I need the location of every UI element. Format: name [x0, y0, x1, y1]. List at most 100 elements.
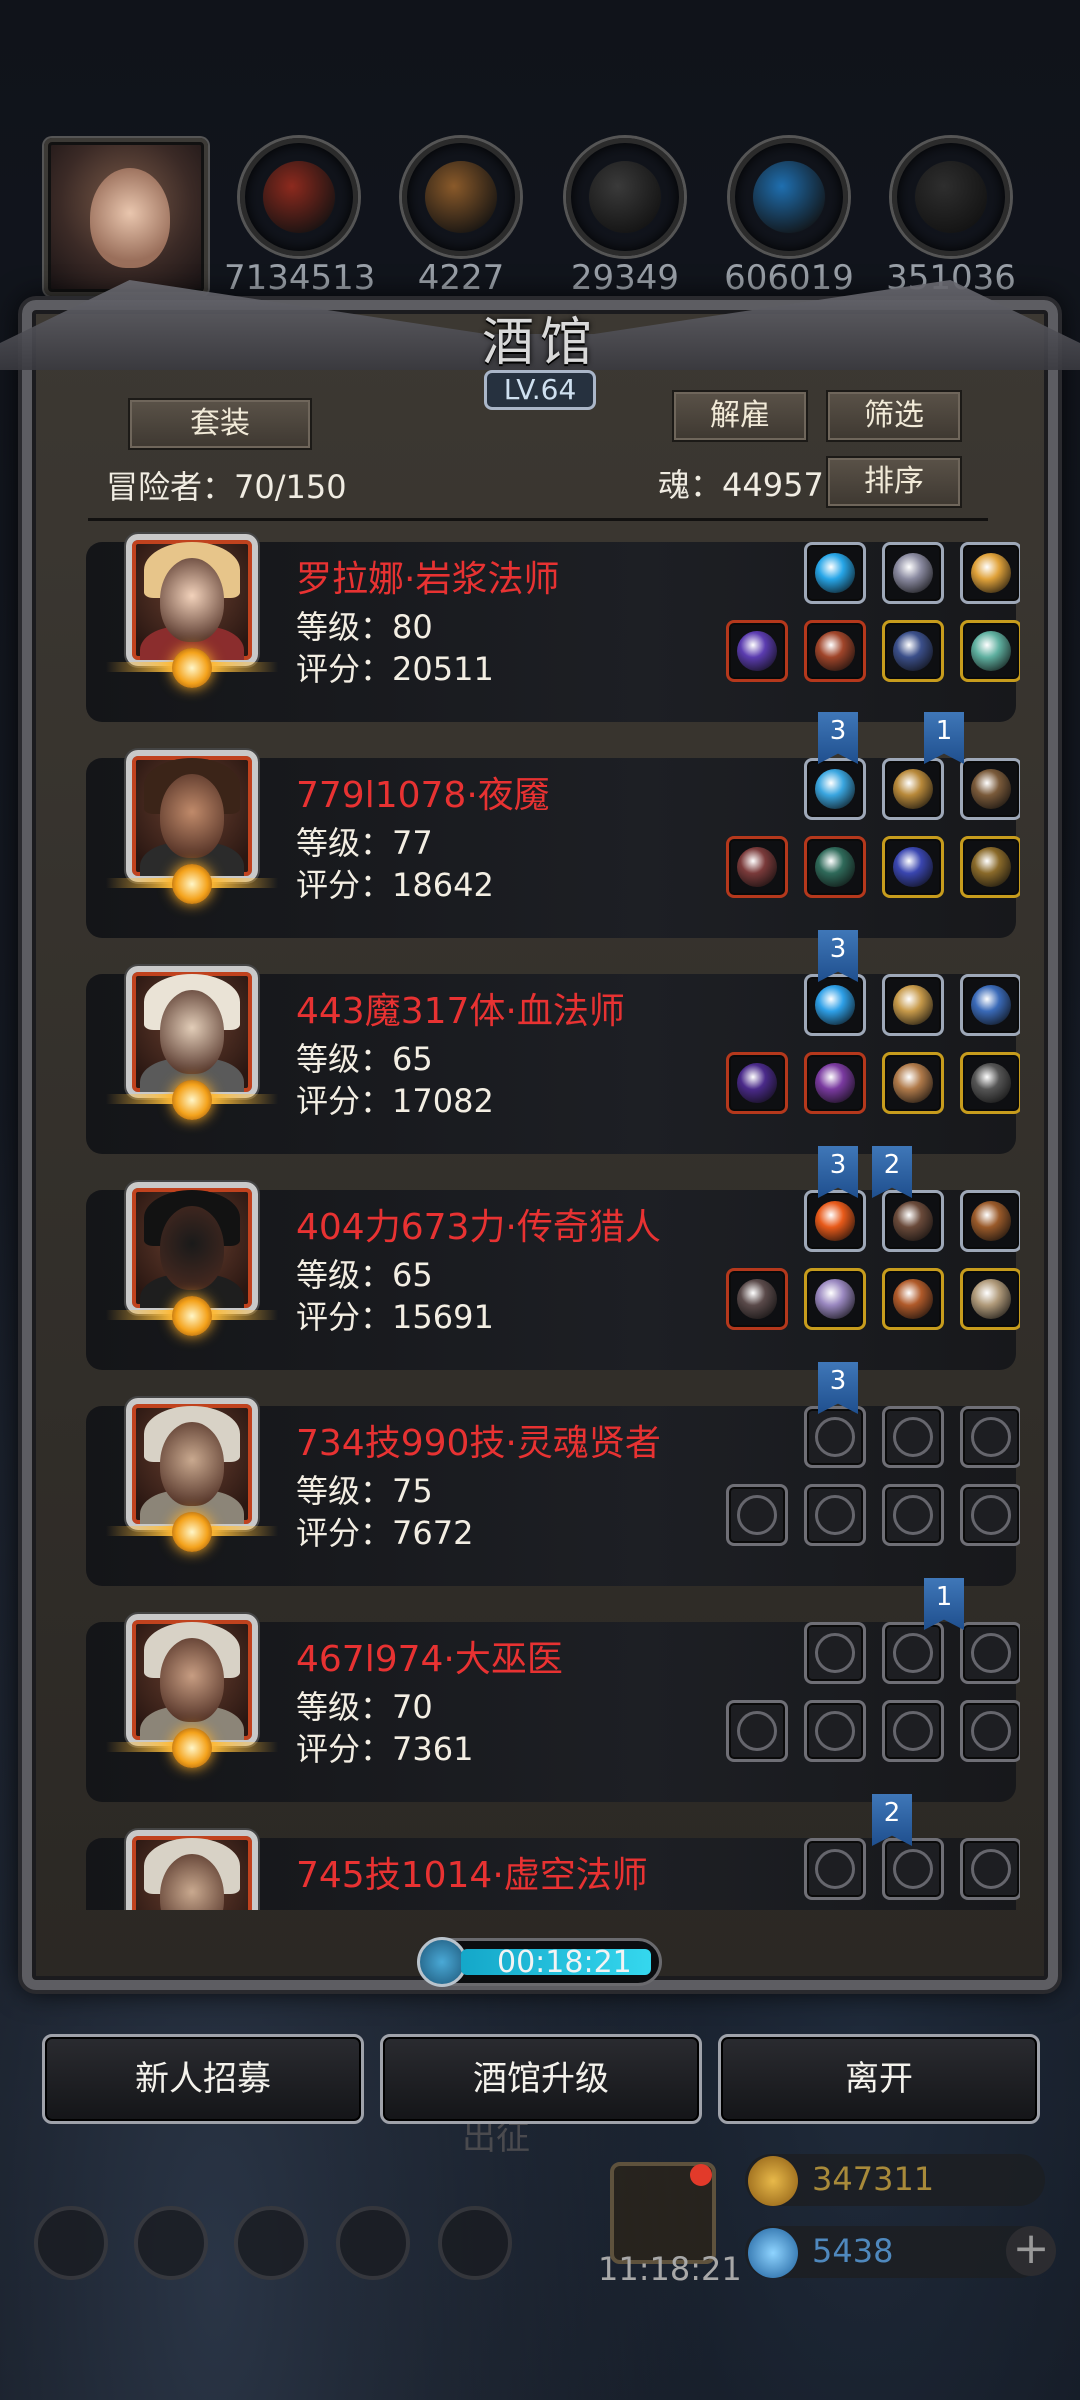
rank-emblem-icon [106, 1080, 278, 1120]
hero-portrait [126, 534, 258, 666]
tavern-level-badge: LV.64 [484, 370, 596, 410]
accessory-slot[interactable] [960, 758, 1020, 820]
accessory-slot[interactable] [960, 542, 1020, 604]
weapon-slot[interactable] [804, 974, 866, 1036]
add-icon[interactable]: + [1006, 2226, 1056, 2276]
hero-level: 等级：65 [296, 1040, 433, 1078]
weapon-slot[interactable] [804, 1406, 866, 1468]
adventurer-count: 冒险者：70/150 [106, 468, 347, 506]
ring-slot[interactable] [882, 1268, 944, 1330]
armor-slot[interactable] [882, 542, 944, 604]
ring-slot[interactable] [882, 620, 944, 682]
amulet-slot[interactable] [960, 1484, 1020, 1546]
hero-level: 等级：77 [296, 824, 433, 862]
accessory-slot[interactable] [960, 974, 1020, 1036]
hero-portrait [126, 966, 258, 1098]
chest-slot[interactable] [804, 1052, 866, 1114]
armor-slot[interactable] [882, 1838, 944, 1900]
offhand-slot[interactable] [726, 1052, 788, 1114]
mail-icon[interactable] [336, 2206, 410, 2280]
armor-slot[interactable] [882, 1406, 944, 1468]
amulet-slot[interactable] [960, 1268, 1020, 1330]
accessory-slot[interactable] [960, 1190, 1020, 1252]
hero-name: 404力673力·传奇猎人 [296, 1207, 661, 1248]
hero-card[interactable]: 404力673力·传奇猎人 等级：65 评分：15691 [86, 1182, 1020, 1370]
rank-emblem-icon [106, 1512, 278, 1552]
resource-value: 606019 [724, 258, 854, 298]
resource-value: 4227 [417, 258, 505, 298]
hero-score: 评分：20511 [296, 650, 494, 688]
star-icon[interactable] [134, 2206, 208, 2280]
hero-card[interactable]: 443魔317体·血法师 等级：65 评分：17082 [86, 966, 1020, 1154]
chest-slot[interactable] [804, 1700, 866, 1762]
crystal-icon[interactable] [730, 138, 848, 256]
filter-button[interactable]: 筛选 [826, 390, 962, 442]
hero-list[interactable]: 罗拉娜·岩浆法师 等级：80 评分：20511 779l1078·夜魇 等级：77 评分：… [60, 530, 1020, 1910]
hero-card[interactable]: 467l974·大巫医 等级：70 评分：7361 [86, 1614, 1020, 1802]
hero-card[interactable]: 745技1014·虚空法师 [86, 1830, 1020, 1910]
ring-slot[interactable] [882, 836, 944, 898]
chest-slot[interactable] [804, 836, 866, 898]
armor-slot[interactable] [882, 974, 944, 1036]
offhand-slot[interactable] [726, 620, 788, 682]
armor-slot[interactable] [882, 1190, 944, 1252]
iron-icon[interactable] [892, 138, 1010, 256]
resource-value: 7134513 [224, 258, 376, 298]
hero-portrait [126, 1830, 258, 1910]
amulet-slot[interactable] [960, 1700, 1020, 1762]
clock-icon [417, 1937, 467, 1987]
weapon-slot[interactable] [804, 1190, 866, 1252]
gem-icon [748, 2228, 798, 2278]
amulet-slot[interactable] [960, 836, 1020, 898]
offhand-slot[interactable] [726, 1700, 788, 1762]
player-avatar[interactable] [44, 138, 208, 296]
hero-card[interactable]: 罗拉娜·岩浆法师 等级：80 评分：20511 [86, 534, 1020, 722]
weapon-slot[interactable] [804, 1622, 866, 1684]
hero-score: 评分：18642 [296, 866, 494, 904]
timer-text: 00:18:21 [497, 1945, 632, 1980]
sort-button[interactable]: 排序 [826, 456, 962, 508]
offhand-slot[interactable] [726, 1268, 788, 1330]
accessory-slot[interactable] [960, 1622, 1020, 1684]
weapon-slot[interactable] [804, 542, 866, 604]
offhand-slot[interactable] [726, 836, 788, 898]
settings-icon[interactable] [34, 2206, 108, 2280]
hero-name: 罗拉娜·岩浆法师 [296, 559, 560, 600]
accessory-slot[interactable] [960, 1838, 1020, 1900]
chest-slot[interactable] [804, 1484, 866, 1546]
meat-icon[interactable] [240, 138, 358, 256]
offhand-slot[interactable] [726, 1484, 788, 1546]
leave-button[interactable]: 离开 [718, 2034, 1040, 2124]
refresh-timer: 00:18:21 [417, 1937, 662, 1987]
weapon-slot[interactable] [804, 1838, 866, 1900]
armor-slot[interactable] [882, 1622, 944, 1684]
hero-name: 779l1078·夜魇 [296, 775, 550, 816]
castle-icon[interactable] [234, 2206, 308, 2280]
set-button[interactable]: 套装 [128, 398, 312, 450]
hero-portrait [126, 750, 258, 882]
stone-icon[interactable] [566, 138, 684, 256]
resource-value: 29349 [570, 258, 680, 298]
chest-slot[interactable] [804, 1268, 866, 1330]
soul-count: 魂：44957 [658, 466, 824, 504]
hero-card[interactable]: 734技990技·灵魂贤者 等级：75 评分：7672 [86, 1398, 1020, 1586]
amulet-slot[interactable] [960, 1052, 1020, 1114]
dismiss-button[interactable]: 解雇 [672, 390, 808, 442]
ring-slot[interactable] [882, 1052, 944, 1114]
armor-slot[interactable] [882, 758, 944, 820]
rank-emblem-icon [106, 1728, 278, 1768]
recruit-button[interactable]: 新人招募 [42, 2034, 364, 2124]
amulet-slot[interactable] [960, 620, 1020, 682]
hero-level: 等级：75 [296, 1472, 433, 1510]
upgrade-tavern-button[interactable]: 酒馆升级 [380, 2034, 702, 2124]
accessory-slot[interactable] [960, 1406, 1020, 1468]
hero-card[interactable]: 779l1078·夜魇 等级：77 评分：18642 [86, 750, 1020, 938]
wood-icon[interactable] [402, 138, 520, 256]
weapon-slot[interactable] [804, 758, 866, 820]
guild-icon[interactable] [438, 2206, 512, 2280]
chest-slot[interactable] [804, 620, 866, 682]
ring-slot[interactable] [882, 1484, 944, 1546]
hero-score: 评分：7361 [296, 1730, 474, 1768]
ring-slot[interactable] [882, 1700, 944, 1762]
hero-level: 等级：80 [296, 608, 433, 646]
